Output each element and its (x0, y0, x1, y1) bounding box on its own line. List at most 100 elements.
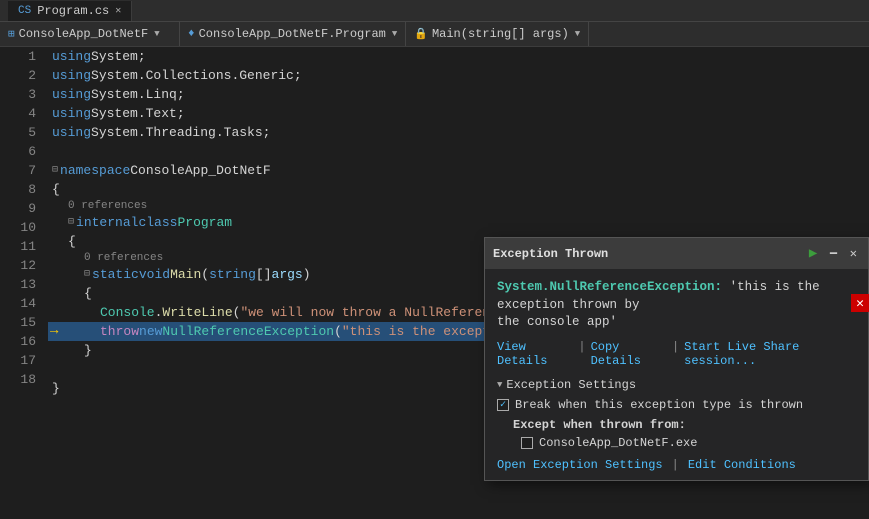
break-checkbox-label: Break when this exception type is thrown (515, 398, 803, 412)
code-token: ( (201, 265, 209, 284)
code-line[interactable]: ⊟internal class Program (48, 213, 869, 232)
popup-header: Exception Thrown ▶ 🗕 ✕ (485, 238, 868, 269)
code-token: . (155, 303, 163, 322)
popup-close-button[interactable]: ✕ (847, 245, 860, 262)
line-number: 11 (8, 237, 36, 256)
break-checkbox[interactable] (497, 399, 509, 411)
cs-file-icon: CS (18, 5, 31, 17)
code-line[interactable]: using System.Collections.Generic; (48, 66, 869, 85)
nav-class[interactable]: ♦ ConsoleApp_DotNetF.Program ▼ (180, 22, 406, 46)
file-tab[interactable]: CS Program.cs ✕ (8, 1, 132, 21)
fold-icon[interactable]: ⊟ (84, 265, 90, 284)
exception-popup: Exception Thrown ▶ 🗕 ✕ System.NullRefere… (484, 237, 869, 481)
code-token: using (52, 66, 91, 85)
edit-conditions-link[interactable]: Edit Conditions (688, 458, 796, 472)
nav-class-icon: ♦ (188, 28, 195, 40)
popup-controls: ▶ 🗕 ✕ (806, 242, 860, 265)
code-token: using (52, 123, 91, 142)
nav-class-label: ConsoleApp_DotNetF.Program (199, 27, 386, 41)
line-number: 18 (8, 370, 36, 389)
code-line[interactable]: using System.Threading.Tasks; (48, 123, 869, 142)
code-token: WriteLine (162, 303, 232, 322)
line-number: 7 (8, 161, 36, 180)
line-number: 12 (8, 256, 36, 275)
code-token: new (139, 322, 162, 341)
except-item-checkbox[interactable] (521, 437, 533, 449)
nav-project-label: ConsoleApp_DotNetF (19, 27, 149, 41)
code-line[interactable]: using System.Linq; (48, 85, 869, 104)
sep2: | (672, 340, 679, 368)
line-number: 2 (8, 66, 36, 85)
code-token: ) (303, 265, 311, 284)
nav-method[interactable]: 🔒 Main(string[] args) ▼ (406, 22, 589, 46)
code-token: Program (177, 213, 232, 232)
code-token: [] (256, 265, 272, 284)
current-line-arrow: → (50, 322, 58, 341)
nav-project-dropdown[interactable]: ▼ (154, 29, 159, 39)
nav-class-dropdown[interactable]: ▼ (392, 29, 397, 39)
except-item-row: ConsoleApp_DotNetF.exe (521, 436, 856, 450)
nav-method-dropdown[interactable]: ▼ (575, 29, 580, 39)
code-token: Main (170, 265, 201, 284)
code-line[interactable]: ⊟namespace ConsoleApp_DotNetF (48, 161, 869, 180)
except-from-section: Except when thrown from: ConsoleApp_DotN… (497, 418, 856, 450)
line-numbers: 123456789101112131415161718 (0, 47, 48, 519)
code-container: 123456789101112131415161718 using System… (0, 47, 869, 519)
code-token: NullReferenceException (162, 322, 334, 341)
error-indicator[interactable]: ✕ (851, 294, 869, 312)
line-number: 10 (8, 218, 36, 237)
live-share-link[interactable]: Start Live Share session... (684, 340, 856, 368)
popup-pin-button[interactable]: 🗕 (826, 242, 841, 265)
code-token: System.Collections.Generic; (91, 66, 302, 85)
code-token: ( (334, 322, 342, 341)
code-token: } (84, 341, 92, 360)
except-item-label: ConsoleApp_DotNetF.exe (539, 436, 697, 450)
code-token: void (139, 265, 170, 284)
line-number: 5 (8, 123, 36, 142)
exception-settings-title: ▼ Exception Settings (497, 378, 856, 392)
line-number: 4 (8, 104, 36, 123)
exception-text: System.NullReferenceException: 'this is … (497, 279, 856, 332)
code-token: string (209, 265, 256, 284)
line-number: 15 (8, 313, 36, 332)
line-number: 14 (8, 294, 36, 313)
code-token: System.Threading.Tasks; (91, 123, 270, 142)
code-token: namespace (60, 161, 130, 180)
code-token: args (272, 265, 303, 284)
break-checkbox-row[interactable]: Break when this exception type is thrown (497, 398, 856, 412)
fold-icon[interactable]: ⊟ (68, 213, 74, 232)
open-exception-settings-link[interactable]: Open Exception Settings (497, 458, 663, 472)
tab-close-button[interactable]: ✕ (115, 5, 121, 17)
sep3: | (672, 458, 679, 472)
line-number: 6 (8, 142, 36, 161)
copy-details-link[interactable]: Copy Details (591, 340, 667, 368)
collapse-arrow[interactable]: ▼ (497, 380, 502, 390)
code-token: class (138, 213, 177, 232)
line-number: 3 (8, 85, 36, 104)
code-token: using (52, 85, 91, 104)
code-token: System; (91, 47, 146, 66)
nav-bar: ⊞ ConsoleApp_DotNetF ▼ ♦ ConsoleApp_DotN… (0, 22, 869, 47)
line-number: 13 (8, 275, 36, 294)
popup-play-button[interactable]: ▶ (806, 244, 820, 263)
code-line[interactable] (48, 142, 869, 161)
code-line[interactable]: { (48, 180, 869, 199)
view-details-link[interactable]: View Details (497, 340, 573, 368)
code-token: { (84, 284, 92, 303)
nav-project[interactable]: ⊞ ConsoleApp_DotNetF ▼ (0, 22, 180, 46)
exception-type-name: System.NullReferenceException: (497, 280, 722, 294)
nav-method-label: Main(string[] args) (432, 27, 569, 41)
line-number: 8 (8, 180, 36, 199)
code-line[interactable]: using System.Text; (48, 104, 869, 123)
sep1: | (578, 340, 585, 368)
code-token: using (52, 104, 91, 123)
except-from-label: Except when thrown from: (513, 418, 856, 432)
nav-project-icon: ⊞ (8, 27, 15, 41)
line-number: 9 (8, 199, 36, 218)
code-line[interactable]: using System; (48, 47, 869, 66)
line-number: 1 (8, 47, 36, 66)
fold-icon[interactable]: ⊟ (52, 161, 58, 180)
code-token: Console (100, 303, 155, 322)
code-token: static (92, 265, 139, 284)
code-token: System.Text; (91, 104, 185, 123)
